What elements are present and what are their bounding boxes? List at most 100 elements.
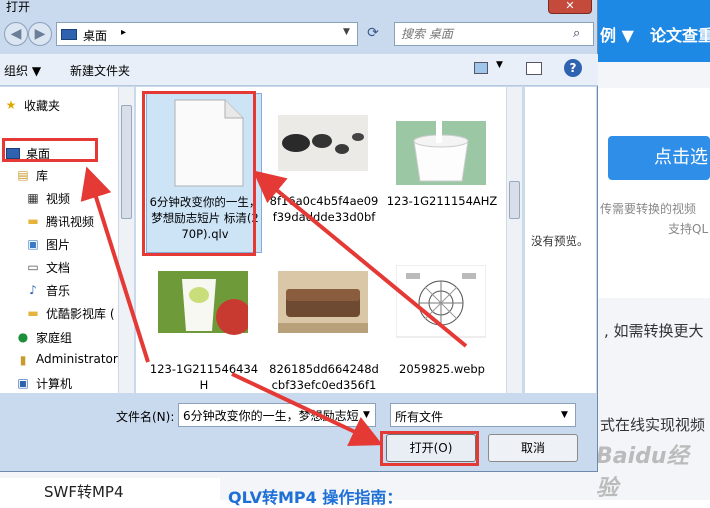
nav-item-label: 文档 — [46, 261, 71, 275]
search-input[interactable] — [395, 23, 569, 45]
nav-item-label: 收藏夹 — [24, 99, 61, 113]
guide-title: QLV转MP4 操作指南： — [228, 488, 403, 507]
desktop-icon — [6, 148, 20, 159]
nav-item-label: 优酷影视库 ( — [46, 307, 115, 321]
filename-label: 文件名(N): — [116, 410, 175, 424]
open-button[interactable]: 打开(O) — [386, 434, 476, 462]
ink-splatter-thumbnail — [278, 115, 368, 171]
cancel-button[interactable]: 取消 — [488, 434, 578, 462]
circular-diagram-thumbnail — [396, 265, 486, 338]
file-item-image[interactable]: 2059825.webp — [384, 261, 500, 393]
navigation-pane: ★ 收藏夹 桌面 ▤ 库 ▦ 视频 ▬ 腾讯视频 ▣ 图片 ▭ 文档 ♪ 音乐 — [0, 87, 134, 393]
sidebar-link-swf-mp4[interactable]: SWF转MP4 — [44, 481, 124, 502]
file-item-image[interactable]: 8f16a0c4b5f4ae09f39daddde33d0bf — [266, 93, 382, 253]
search-icon[interactable]: ⌕ — [573, 26, 580, 41]
nav-item-administrator[interactable]: ▮ Administrator — [0, 350, 118, 370]
forward-button[interactable]: ▶ — [28, 22, 52, 46]
file-name: 6分钟改变你的一生，梦想励志短片 标清(270P).qlv — [149, 195, 261, 241]
site-header: 例 ▼ 论文查重 — [596, 0, 710, 62]
file-name: 2059825.webp — [399, 362, 485, 376]
nav-item-computer[interactable]: ▣ 计算机 — [0, 373, 118, 393]
nav-item-tencent-video[interactable]: ▬ 腾讯视频 — [0, 211, 118, 231]
file-item-image[interactable]: 826185dd664248dcbf33efc0ed356f19 — [266, 261, 382, 393]
preview-pane-icon[interactable] — [526, 62, 542, 75]
back-button[interactable]: ◀ — [4, 22, 28, 46]
nav-scrollbar[interactable] — [118, 87, 134, 393]
nav-item-youku[interactable]: ▬ 优酷影视库 ( — [0, 303, 118, 323]
nav-item-documents[interactable]: ▭ 文档 — [0, 257, 118, 277]
nav-item-favorites[interactable]: ★ 收藏夹 — [0, 95, 118, 115]
address-dropdown-icon[interactable]: ▼ — [343, 27, 350, 37]
document-icon: ▭ — [27, 260, 39, 274]
nav-item-library[interactable]: ▤ 库 — [0, 165, 118, 185]
computer-icon: ▣ — [17, 376, 29, 390]
filename-combobox[interactable]: ▼ — [178, 403, 376, 427]
baidu-watermark: Baidu经验 — [596, 444, 689, 501]
file-item-image[interactable]: 123-1G211546434H — [146, 261, 262, 393]
select-file-button[interactable]: 点击选 — [608, 136, 710, 180]
nav-item-label: Administrator — [36, 352, 118, 366]
file-list: 6分钟改变你的一生，梦想励志短片 标清(270P).qlv 8f16a0c4b5… — [136, 87, 522, 393]
scrollbar-thumb[interactable] — [509, 181, 520, 219]
command-toolbar: 组织 ▼ 新建文件夹 ▼ ? — [0, 54, 598, 86]
nav-item-pictures[interactable]: ▣ 图片 — [0, 234, 118, 254]
header-menu-item-plagiarism[interactable]: 论文查重 — [650, 22, 710, 46]
scrollbar-thumb[interactable] — [121, 105, 132, 219]
new-folder-button[interactable]: 新建文件夹 — [70, 62, 130, 79]
address-bar[interactable]: 桌面 ▸ ▼ — [56, 22, 358, 46]
music-icon: ♪ — [29, 283, 37, 297]
view-options-icon[interactable] — [474, 62, 488, 74]
nav-item-label: 音乐 — [46, 284, 71, 298]
address-location[interactable]: 桌面 — [83, 27, 107, 44]
picture-icon: ▣ — [27, 237, 39, 251]
nav-item-music[interactable]: ♪ 音乐 — [0, 280, 118, 300]
file-name: 123-1G211154AHZ — [386, 194, 498, 208]
file-list-scrollbar[interactable] — [506, 87, 522, 393]
file-type-select[interactable]: 所有文件 ▼ — [390, 403, 576, 427]
user-folder-icon: ▮ — [19, 353, 27, 367]
file-item-image[interactable]: 123-1G211154AHZ — [384, 93, 500, 253]
search-box[interactable]: ⌕ — [394, 22, 594, 46]
refresh-icon[interactable]: ⟳ — [360, 22, 386, 46]
upload-hint: 传需要转换的视频 — [600, 202, 697, 216]
nav-item-desktop[interactable]: 桌面 — [0, 143, 118, 163]
file-name: 123-1G211546434H — [149, 362, 259, 392]
close-button[interactable]: ✕ — [548, 0, 592, 14]
filename-input[interactable] — [179, 404, 359, 426]
upload-card — [598, 88, 710, 298]
nav-item-video[interactable]: ▦ 视频 — [0, 188, 118, 208]
breadcrumb-arrow-icon[interactable]: ▸ — [121, 27, 126, 38]
no-preview-text: 没有预览。 — [531, 234, 589, 248]
nav-item-label: 视频 — [46, 192, 71, 206]
help-icon[interactable]: ? — [564, 59, 582, 77]
page-text: 式在线实现视频 — [600, 416, 706, 434]
header-menu-item[interactable]: 例 ▼ — [600, 22, 634, 46]
nav-item-homegroup[interactable]: ● 家庭组 — [0, 327, 118, 347]
view-dropdown-icon[interactable]: ▼ — [496, 60, 503, 70]
nav-item-label: 家庭组 — [36, 331, 73, 345]
homegroup-icon: ● — [17, 330, 29, 344]
nav-item-label: 桌面 — [26, 147, 51, 161]
dialog-titlebar[interactable]: 打开 ✕ — [0, 0, 598, 14]
file-name: 826185dd664248dcbf33efc0ed356f19 — [269, 362, 379, 392]
desktop-icon — [61, 29, 77, 40]
nav-item-label: 图片 — [46, 238, 71, 252]
blank-document-icon — [174, 99, 244, 187]
sidebar-link-box: SWF转MP4 — [0, 478, 220, 502]
organize-menu[interactable]: 组织 ▼ — [4, 62, 41, 79]
nav-item-label: 计算机 — [36, 377, 73, 391]
open-file-dialog: 打开 ✕ ◀ ▶ 桌面 ▸ ▼ ⟳ ⌕ 组织 ▼ 新建文件夹 ▼ ? ★ 收藏夹 — [0, 0, 598, 472]
nav-item-label: 腾讯视频 — [46, 215, 95, 229]
chevron-down-icon[interactable]: ▼ — [561, 410, 568, 420]
library-icon: ▤ — [17, 168, 29, 182]
yogurt-apple-thumbnail — [158, 271, 248, 335]
file-item-qlv[interactable]: 6分钟改变你的一生，梦想励志短片 标清(270P).qlv — [146, 93, 262, 253]
dialog-title: 打开 — [6, 0, 31, 14]
preview-pane: 没有预览。 — [524, 87, 596, 393]
video-icon: ▦ — [27, 191, 39, 205]
sofa-thumbnail — [278, 271, 368, 333]
file-name: 8f16a0c4b5f4ae09f39daddde33d0bf — [269, 194, 379, 224]
chevron-down-icon[interactable]: ▼ — [363, 410, 370, 420]
format-hint: 支持QL — [668, 222, 709, 236]
milk-glass-thumbnail — [396, 121, 486, 185]
